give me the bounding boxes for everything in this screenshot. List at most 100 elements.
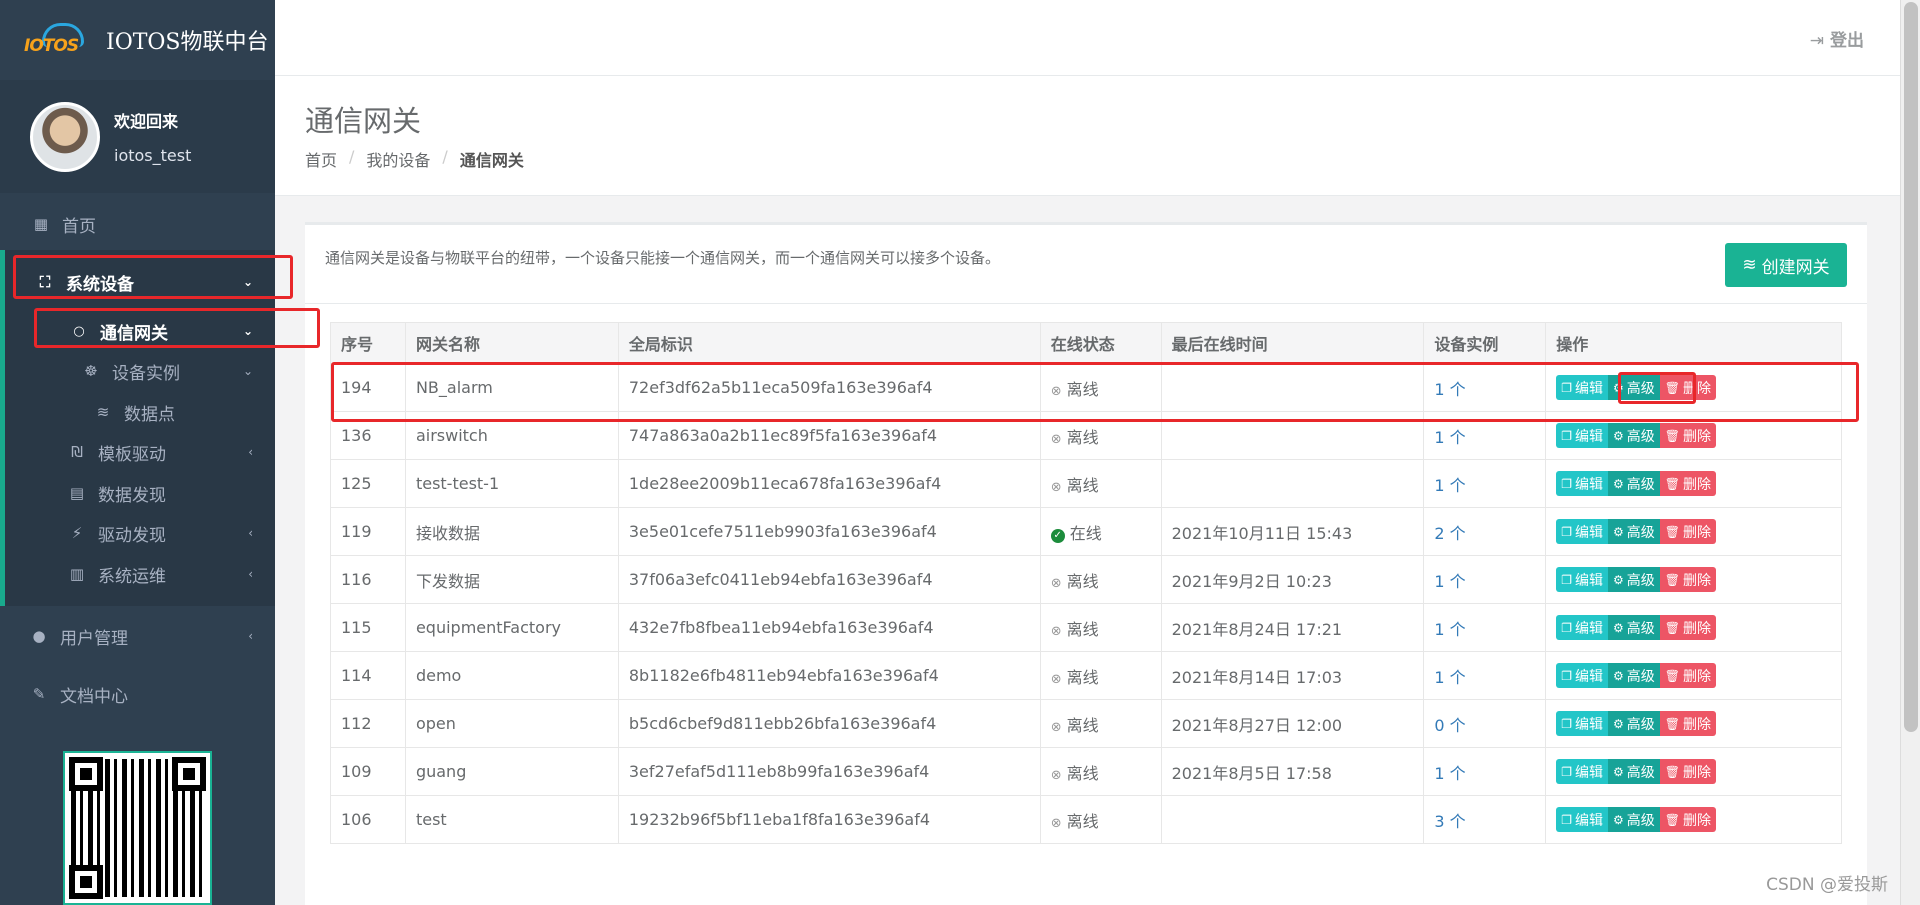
sign-out-icon: ⇥ [1809, 31, 1824, 51]
advanced-button[interactable]: ⚙ 高级 [1607, 759, 1660, 784]
advanced-button[interactable]: ⚙ 高级 [1607, 519, 1660, 544]
instances-link[interactable]: 1 个 [1434, 572, 1465, 591]
avatar[interactable] [30, 101, 100, 172]
instances-link[interactable]: 1 个 [1434, 620, 1465, 639]
advanced-button[interactable]: ⚙ 高级 [1607, 615, 1660, 640]
gateway-panel: 通信网关是设备与物联平台的纽带，一个设备只能接一个通信网关，而一个通信网关可以接… [305, 222, 1867, 905]
instances-link[interactable]: 1 个 [1434, 668, 1465, 687]
sidebar-item-user-mgmt[interactable]: ● 用户管理 ‹ [0, 624, 275, 649]
cell-actions: ❐ 编辑 ⚙ 高级 🗑 删除 [1545, 699, 1842, 748]
sidebar-item-system-ops[interactable]: ▥ 系统运维 ‹ [0, 562, 275, 587]
sidebar-item-label: 用户管理 [60, 628, 128, 649]
instances-link[interactable]: 3 个 [1434, 812, 1465, 831]
sidebar-item-label: 驱动发现 [98, 525, 166, 546]
sidebar-item-doc-center[interactable]: ✎ 文档中心 [0, 682, 275, 707]
advanced-label: 高级 [1626, 476, 1655, 493]
sidebar-item-template-driver[interactable]: ₪ 模板驱动 ‹ [0, 440, 275, 465]
edit-label: 编辑 [1574, 428, 1603, 445]
advanced-button[interactable]: ⚙ 高级 [1607, 567, 1660, 592]
delete-button[interactable]: 🗑 删除 [1659, 567, 1716, 592]
edit-button[interactable]: ❐ 编辑 [1556, 519, 1608, 544]
status-label: 在线 [1051, 524, 1102, 543]
instances-link[interactable]: 2 个 [1434, 524, 1465, 543]
copy-icon: ❐ [1561, 620, 1572, 635]
sidebar-item-label: 系统运维 [98, 566, 166, 587]
breadcrumb-home[interactable]: 首页 [305, 147, 337, 171]
chevron-left-icon: ‹ [248, 445, 253, 459]
instances-link[interactable]: 1 个 [1434, 428, 1465, 447]
advanced-button[interactable]: ⚙ 高级 [1607, 711, 1660, 736]
cell-status: 离线 [1039, 459, 1162, 508]
instances-link[interactable]: 0 个 [1434, 716, 1465, 735]
breadcrumb-my-devices[interactable]: 我的设备 [366, 147, 430, 171]
cell-uid: b5cd6cbef9d811ebb26bfa163e396af4 [617, 699, 1041, 748]
status-label: 离线 [1051, 620, 1099, 639]
column-header: 网关名称 [404, 322, 619, 364]
annotation-box [1618, 372, 1696, 404]
cell-name: demo [404, 651, 619, 700]
status-label: 离线 [1051, 668, 1099, 687]
delete-button[interactable]: 🗑 删除 [1659, 711, 1716, 736]
edit-label: 编辑 [1574, 812, 1603, 829]
cell-actions: ❐ 编辑 ⚙ 高级 🗑 删除 [1545, 651, 1842, 700]
delete-button[interactable]: 🗑 删除 [1659, 663, 1716, 688]
sidebar-item-data-discovery[interactable]: ▤ 数据发现 [0, 481, 275, 506]
edit-button[interactable]: ❐ 编辑 [1556, 471, 1608, 496]
scroll-thumb[interactable] [1904, 2, 1918, 732]
advanced-button[interactable]: ⚙ 高级 [1607, 471, 1660, 496]
advanced-label: 高级 [1626, 620, 1655, 637]
delete-button[interactable]: 🗑 删除 [1659, 519, 1716, 544]
cogs-icon: ⚙ [1612, 572, 1624, 587]
status-label: 离线 [1051, 812, 1099, 831]
create-gateway-button[interactable]: ≋ 创建网关 [1725, 243, 1847, 287]
delete-label: 删除 [1682, 764, 1711, 781]
edit-button[interactable]: ❐ 编辑 [1556, 615, 1608, 640]
cell-instances: 1 个 [1423, 747, 1547, 796]
status-label: 离线 [1051, 428, 1099, 447]
edit-button[interactable]: ❐ 编辑 [1556, 567, 1608, 592]
delete-button[interactable]: 🗑 删除 [1659, 807, 1716, 832]
cell-instances: 0 个 [1423, 699, 1547, 748]
advanced-label: 高级 [1626, 812, 1655, 829]
database-icon: ≋ [96, 403, 110, 421]
sidebar-item-device-instances[interactable]: ☸ 设备实例 ⌄ [0, 359, 275, 384]
status-label: 离线 [1051, 572, 1099, 591]
cell-uid: 19232b96f5bf11eba1f8fa163e396af4 [617, 795, 1041, 844]
cell-id: 109 [330, 747, 406, 796]
delete-button[interactable]: 🗑 删除 [1659, 615, 1716, 640]
logout-button[interactable]: ⇥ 登出 [1810, 26, 1864, 51]
cell-name: guang [404, 747, 619, 796]
instances-link[interactable]: 1 个 [1434, 764, 1465, 783]
cell-id: 115 [330, 603, 406, 652]
database-icon: ≋ [1742, 255, 1757, 275]
sidebar-item-data-points[interactable]: ≋ 数据点 [0, 400, 275, 425]
sidebar-item-home[interactable]: ▦ 首页 [0, 212, 275, 237]
cell-name: test [404, 795, 619, 844]
cell-name: test-test-1 [404, 459, 619, 508]
edit-button[interactable]: ❐ 编辑 [1556, 711, 1608, 736]
advanced-button[interactable]: ⚙ 高级 [1607, 807, 1660, 832]
edit-button[interactable]: ❐ 编辑 [1556, 759, 1608, 784]
template-icon: ₪ [71, 443, 83, 461]
advanced-button[interactable]: ⚙ 高级 [1607, 663, 1660, 688]
column-header: 设备实例 [1423, 322, 1547, 364]
plug-icon: ⚡ [71, 524, 83, 542]
cell-last-online: 2021年8月24日 17:21 [1160, 603, 1425, 652]
instances-link[interactable]: 1 个 [1434, 476, 1465, 495]
copy-icon: ❐ [1561, 716, 1572, 731]
username: iotos_test [114, 146, 192, 165]
delete-label: 删除 [1682, 428, 1711, 445]
sidebar-item-driver-discovery[interactable]: ⚡ 驱动发现 ‹ [0, 521, 275, 546]
delete-button[interactable]: 🗑 删除 [1659, 759, 1716, 784]
cell-last-online: 2021年8月5日 17:58 [1160, 747, 1425, 796]
table-row: 125 test-test-1 1de28ee2009b11eca678fa163e… [330, 459, 1842, 508]
edit-button[interactable]: ❐ 编辑 [1556, 807, 1608, 832]
edit-button[interactable]: ❐ 编辑 [1556, 423, 1608, 448]
advanced-button[interactable]: ⚙ 高级 [1607, 423, 1660, 448]
delete-button[interactable]: 🗑 删除 [1659, 471, 1716, 496]
delete-button[interactable]: 🗑 删除 [1659, 423, 1716, 448]
logo-text: IOTOS [24, 36, 79, 56]
edit-button[interactable]: ❐ 编辑 [1556, 663, 1608, 688]
scrollbar[interactable] [1900, 0, 1920, 905]
delete-label: 删除 [1682, 812, 1711, 829]
